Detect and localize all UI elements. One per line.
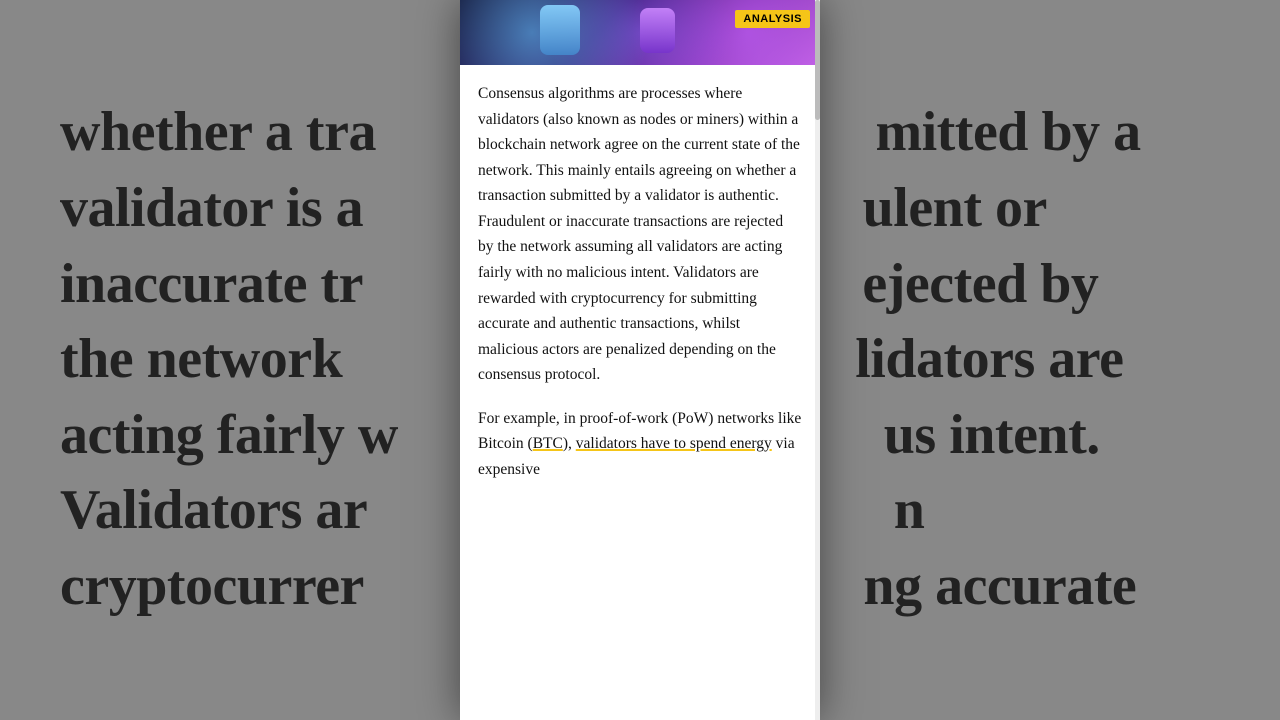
paragraph-2: For example, in proof-of-work (PoW) netw… <box>478 406 802 483</box>
paragraph-2-middle: ), <box>563 435 576 452</box>
scrollbar-track[interactable] <box>815 0 820 720</box>
analysis-badge: ANALYSIS <box>735 10 810 28</box>
modal-panel[interactable]: ANALYSIS Consensus algorithms are proces… <box>460 0 820 720</box>
robot-figure-1 <box>540 5 580 55</box>
article-image: ANALYSIS <box>460 0 820 65</box>
article-content: Consensus algorithms are processes where… <box>460 65 820 506</box>
modal-overlay: ANALYSIS Consensus algorithms are proces… <box>0 0 1280 720</box>
robot-figure-2 <box>640 8 675 53</box>
validators-link[interactable]: validators have to spend energy <box>576 435 772 452</box>
btc-link[interactable]: BTC <box>533 435 563 452</box>
paragraph-1: Consensus algorithms are processes where… <box>478 81 802 388</box>
scrollbar-thumb[interactable] <box>815 0 820 120</box>
